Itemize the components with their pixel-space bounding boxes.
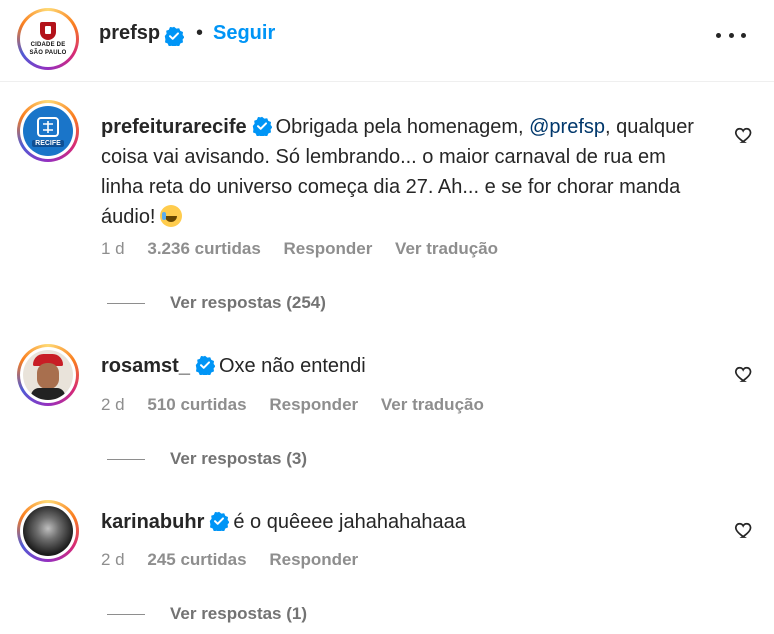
verified-badge-icon bbox=[164, 26, 184, 46]
logo-text-line1: CIDADE DE bbox=[30, 42, 66, 48]
view-replies-label: Ver respostas (254) bbox=[170, 293, 326, 312]
comment-meta: 1 d 3.236 curtidas Responder Ver traduçã… bbox=[101, 239, 516, 259]
view-replies-button[interactable]: Ver respostas (3) bbox=[107, 449, 307, 469]
reply-button[interactable]: Responder bbox=[269, 395, 358, 414]
logo-text-line2: SÃO PAULO bbox=[29, 50, 67, 56]
grinning-squinting-tears-emoji bbox=[159, 205, 182, 227]
comment-body: rosamst_ Oxe não entendi bbox=[101, 351, 701, 381]
commenter-avatar[interactable] bbox=[17, 500, 79, 562]
post-header: CIDADE DE SÃO PAULO prefsp • Seguir bbox=[0, 0, 774, 82]
verified-badge-icon bbox=[195, 355, 215, 375]
likes-count[interactable]: 510 curtidas bbox=[147, 395, 246, 414]
commenter-avatar[interactable]: RECIFE bbox=[17, 100, 79, 162]
view-replies-label: Ver respostas (1) bbox=[170, 604, 308, 623]
replies-divider bbox=[107, 458, 145, 460]
follow-button[interactable]: Seguir bbox=[213, 22, 275, 45]
like-heart-icon[interactable] bbox=[734, 520, 754, 540]
reply-button[interactable]: Responder bbox=[269, 550, 358, 569]
verified-badge-icon bbox=[210, 511, 230, 531]
like-heart-icon[interactable] bbox=[734, 125, 754, 145]
view-replies-button[interactable]: Ver respostas (1) bbox=[107, 604, 307, 624]
comment-username[interactable]: karinabuhr bbox=[101, 511, 204, 533]
more-options-icon[interactable] bbox=[716, 22, 746, 48]
post-author-username[interactable]: prefsp bbox=[99, 22, 160, 45]
mention-link[interactable]: @prefsp bbox=[529, 116, 605, 138]
view-replies-button[interactable]: Ver respostas (254) bbox=[107, 293, 326, 313]
profile-avatar-prefsp[interactable]: CIDADE DE SÃO PAULO bbox=[17, 8, 79, 70]
recife-label: RECIFE bbox=[32, 139, 64, 147]
translate-button[interactable]: Ver tradução bbox=[395, 239, 498, 258]
comment-text: Oxe não entendi bbox=[218, 355, 366, 377]
user-photo bbox=[23, 350, 73, 400]
sao-paulo-logo: CIDADE DE SÃO PAULO bbox=[26, 17, 70, 61]
comment-time: 2 d bbox=[101, 550, 125, 569]
reply-button[interactable]: Responder bbox=[284, 239, 373, 258]
verified-badge-icon bbox=[252, 116, 272, 136]
comment-username[interactable]: rosamst_ bbox=[101, 355, 190, 377]
comment-time: 1 d bbox=[101, 239, 125, 258]
replies-divider bbox=[107, 302, 145, 304]
recife-logo-icon: RECIFE bbox=[23, 106, 73, 156]
recife-crest-icon bbox=[37, 116, 59, 137]
city-crest-icon bbox=[40, 22, 56, 40]
translate-button[interactable]: Ver tradução bbox=[381, 395, 484, 414]
user-photo bbox=[23, 506, 73, 556]
comment-text-part1: Obrigada pela homenagem, bbox=[275, 116, 530, 138]
comment-time: 2 d bbox=[101, 395, 125, 414]
comment-body: karinabuhr é o quêeee jahahahahaaa bbox=[101, 507, 701, 537]
comment-text: é o quêeee jahahahahaaa bbox=[233, 511, 466, 533]
separator-dot: • bbox=[196, 22, 204, 44]
view-replies-label: Ver respostas (3) bbox=[170, 449, 308, 468]
replies-divider bbox=[107, 613, 145, 615]
comment-meta: 2 d 245 curtidas Responder bbox=[101, 550, 376, 570]
comment-username[interactable]: prefeiturarecife bbox=[101, 116, 247, 138]
likes-count[interactable]: 3.236 curtidas bbox=[147, 239, 260, 258]
comment-meta: 2 d 510 curtidas Responder Ver tradução bbox=[101, 395, 502, 415]
like-heart-icon[interactable] bbox=[734, 364, 754, 384]
likes-count[interactable]: 245 curtidas bbox=[147, 550, 246, 569]
commenter-avatar[interactable] bbox=[17, 344, 79, 406]
comment-body: prefeiturarecife Obrigada pela homenagem… bbox=[101, 112, 701, 232]
